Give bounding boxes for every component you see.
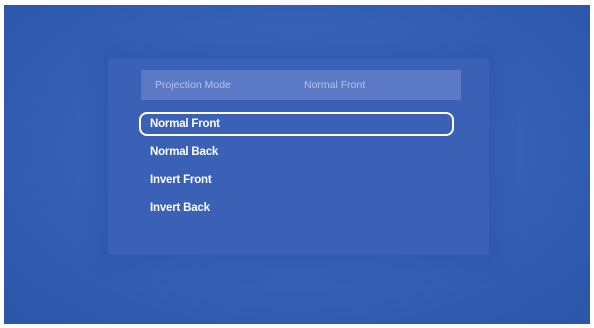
option-normal-back[interactable]: Normal Back [139, 141, 454, 165]
option-normal-front[interactable]: Normal Front [139, 112, 454, 136]
projection-mode-label: Projection Mode [155, 79, 231, 91]
menu-header: Projection Mode Normal Front [141, 70, 461, 100]
projection-mode-menu: Projection Mode Normal Front Normal Fron… [108, 58, 489, 255]
option-invert-front[interactable]: Invert Front [139, 169, 454, 193]
projection-mode-current-value: Normal Front [304, 79, 366, 91]
projector-screen: Projection Mode Normal Front Normal Fron… [4, 5, 590, 324]
option-invert-back[interactable]: Invert Back [139, 197, 454, 221]
